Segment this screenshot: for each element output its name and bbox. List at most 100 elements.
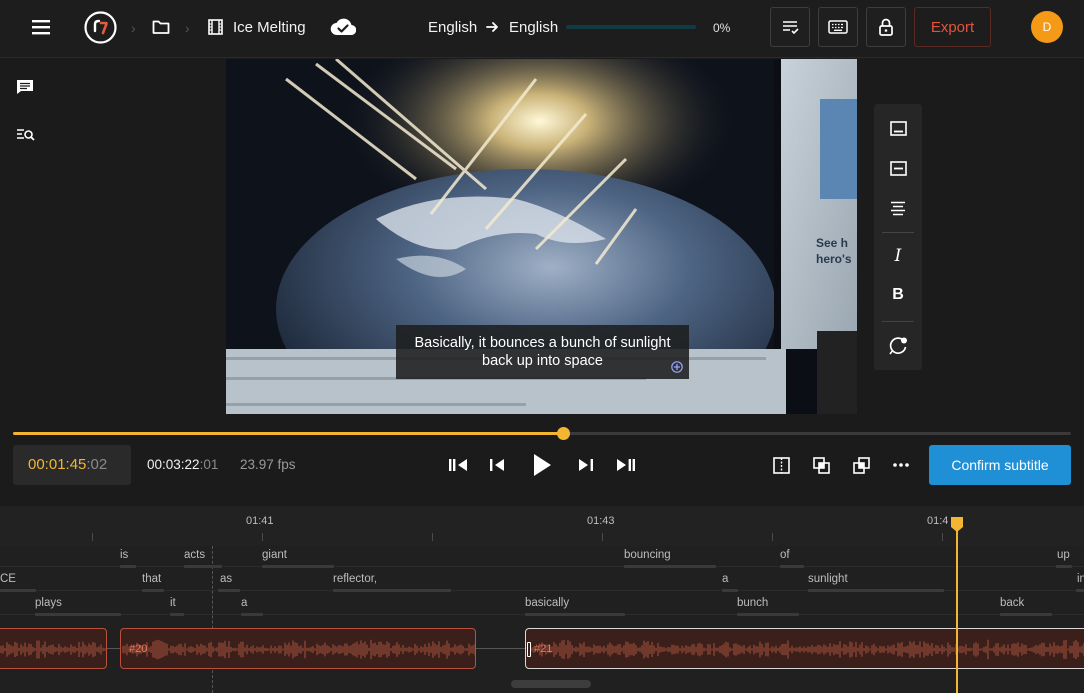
- word-duration-bar: [780, 565, 804, 568]
- word-duration-bar: [120, 565, 136, 568]
- tick-label: 01:41: [246, 515, 274, 527]
- subtitle-clip-selected[interactable]: #21: [525, 628, 1084, 669]
- waveform: [0, 640, 106, 659]
- playback-progress: [13, 432, 564, 435]
- bold-icon[interactable]: B: [886, 286, 910, 308]
- step-forward-icon[interactable]: [575, 454, 597, 476]
- subtitle-overlay[interactable]: Basically, it bounces a bunch of sunligh…: [396, 325, 689, 379]
- timeline-scrollbar[interactable]: [511, 680, 591, 688]
- clip-number: #20: [129, 643, 148, 655]
- clip-trim-handle[interactable]: [527, 642, 531, 657]
- word-label[interactable]: CE: [0, 573, 16, 585]
- search-list-icon[interactable]: [13, 124, 37, 146]
- word-label[interactable]: basically: [525, 597, 569, 609]
- word-duration-bar: [241, 613, 263, 616]
- word-label[interactable]: of: [780, 549, 790, 561]
- word-duration-bar: [142, 589, 164, 592]
- word-duration-bar: [1056, 565, 1072, 568]
- timeline[interactable]: 01:41 01:43 01:4 is acts giant bouncing …: [0, 506, 1084, 693]
- word-label[interactable]: sunlight: [808, 573, 848, 585]
- keyboard-icon: [828, 20, 848, 34]
- word-label[interactable]: in: [1077, 573, 1084, 585]
- word-label[interactable]: as: [220, 573, 232, 585]
- logo-icon[interactable]: [84, 11, 117, 44]
- play-icon[interactable]: [528, 450, 556, 480]
- word-label[interactable]: plays: [35, 597, 62, 609]
- color-picker-icon[interactable]: [886, 334, 910, 356]
- export-button[interactable]: Export: [914, 7, 991, 47]
- subtitle-format-panel: I B: [874, 104, 922, 370]
- scrubber-handle[interactable]: [557, 427, 571, 440]
- svg-text:See h: See h: [816, 236, 848, 250]
- word-label[interactable]: it: [170, 597, 176, 609]
- timeline-ruler[interactable]: [0, 506, 1084, 546]
- move-icon[interactable]: [671, 360, 683, 373]
- cloud-check-icon: [329, 13, 357, 41]
- align-middle-icon[interactable]: [886, 157, 910, 179]
- subtitle-clip[interactable]: #20: [120, 628, 476, 669]
- word-label[interactable]: bouncing: [624, 549, 671, 561]
- align-text-icon[interactable]: [886, 197, 910, 219]
- video-preview[interactable]: See h hero's Basically, it bounces a bun…: [226, 59, 857, 414]
- breadcrumb-separator: ›: [131, 20, 136, 36]
- lock-icon: [879, 18, 893, 36]
- target-language[interactable]: English: [509, 19, 558, 36]
- comment-icon[interactable]: [13, 76, 37, 98]
- word-label[interactable]: is: [120, 549, 128, 561]
- word-duration-bar: [1076, 589, 1084, 592]
- film-icon: [205, 17, 225, 37]
- skip-forward-icon[interactable]: [614, 454, 638, 476]
- word-duration-bar: [624, 565, 716, 568]
- panel-divider: [882, 232, 914, 233]
- source-language[interactable]: English: [428, 19, 477, 36]
- keyboard-shortcuts-button[interactable]: [818, 7, 858, 47]
- step-back-icon[interactable]: [486, 454, 508, 476]
- word-label[interactable]: up: [1057, 549, 1070, 561]
- word-duration-bar: [218, 589, 240, 592]
- word-label[interactable]: giant: [262, 549, 287, 561]
- word-duration-bar: [333, 589, 451, 592]
- current-time-frames: :02: [86, 456, 108, 473]
- translation-progress-bar: [566, 25, 696, 29]
- align-bottom-icon[interactable]: [886, 117, 910, 139]
- project-title[interactable]: Ice Melting: [233, 19, 306, 36]
- overlap-icon[interactable]: [850, 454, 872, 476]
- word-label[interactable]: a: [241, 597, 247, 609]
- skip-back-icon[interactable]: [446, 454, 470, 476]
- waveform: [122, 639, 475, 660]
- svg-text:hero's: hero's: [816, 252, 852, 266]
- tick-label: 01:4: [927, 515, 949, 527]
- word-duration-bar: [737, 613, 799, 616]
- word-duration-bar: [1000, 613, 1052, 616]
- word-duration-bar: [808, 589, 944, 592]
- waveform: [527, 639, 1084, 660]
- subtitle-clip[interactable]: [0, 628, 107, 669]
- word-label[interactable]: bunch: [737, 597, 768, 609]
- current-time-display[interactable]: 00:01:45:02: [13, 445, 131, 485]
- playhead-line: [956, 522, 958, 693]
- playback-scrubber[interactable]: [13, 427, 1071, 440]
- breadcrumb-separator: ›: [185, 20, 190, 36]
- word-label[interactable]: reflector,: [333, 573, 377, 585]
- menu-icon[interactable]: [28, 14, 54, 40]
- word-label[interactable]: that: [142, 573, 161, 585]
- progress-percent: 0%: [713, 21, 731, 35]
- arrow-right-icon: [484, 19, 500, 35]
- italic-icon[interactable]: I: [886, 246, 910, 268]
- lock-button[interactable]: [866, 7, 906, 47]
- avatar[interactable]: D: [1031, 11, 1063, 43]
- playhead-marker-icon[interactable]: [950, 516, 964, 533]
- clip-number: #21: [534, 643, 553, 655]
- split-icon[interactable]: [770, 454, 792, 476]
- word-label[interactable]: a: [722, 573, 728, 585]
- confirm-subtitle-button[interactable]: Confirm subtitle: [929, 445, 1071, 485]
- checklist-button[interactable]: [770, 7, 810, 47]
- more-icon[interactable]: [890, 454, 912, 476]
- folder-icon[interactable]: [150, 16, 172, 38]
- merge-icon[interactable]: [810, 454, 832, 476]
- word-label[interactable]: back: [1000, 597, 1024, 609]
- word-duration-bar: [722, 589, 738, 592]
- duration: 00:03:22: [147, 457, 200, 472]
- subtitle-line-1: Basically, it bounces a bunch of sunligh…: [414, 335, 671, 351]
- word-label[interactable]: acts: [184, 549, 205, 561]
